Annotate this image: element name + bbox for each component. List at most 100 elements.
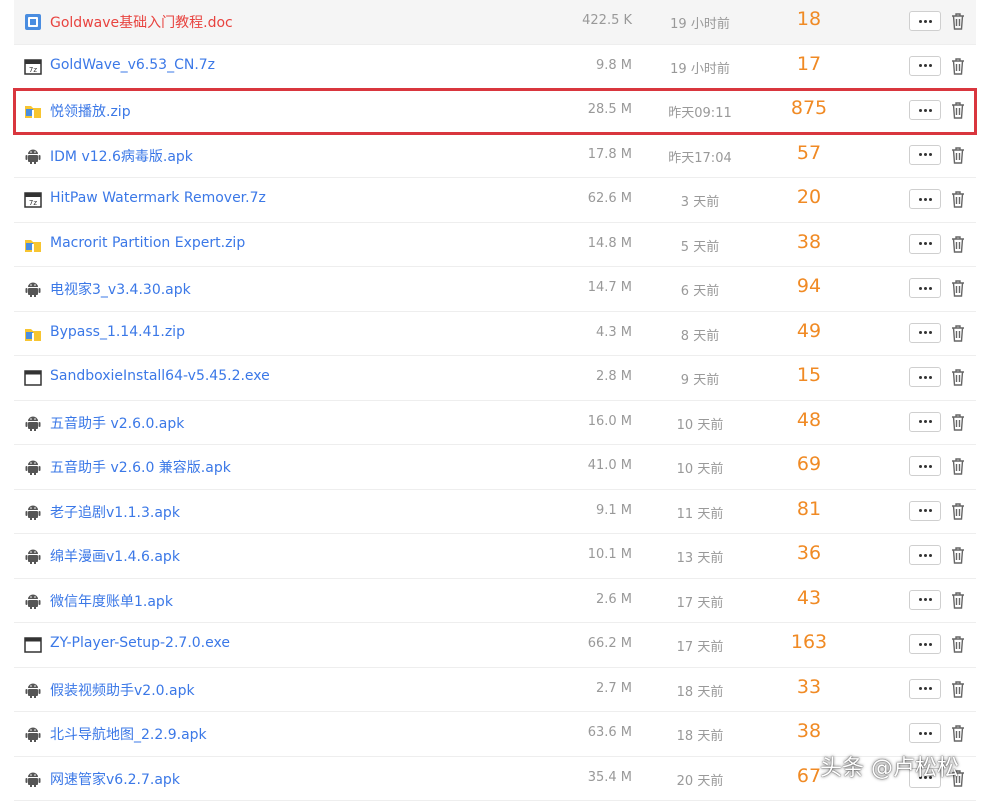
file-size: 66.2 M <box>562 636 632 651</box>
file-name-link[interactable]: ZY-Player-Setup-2.7.0.exe <box>50 635 230 651</box>
download-count: 875 <box>774 97 844 119</box>
more-options-button[interactable] <box>909 723 941 743</box>
android-icon <box>24 770 42 788</box>
file-size: 4.3 M <box>562 325 632 340</box>
dot-icon <box>924 732 927 735</box>
exe-window-icon <box>24 636 42 654</box>
file-name-link[interactable]: 网速管家v6.2.7.apk <box>50 769 180 789</box>
more-options-button[interactable] <box>909 11 941 31</box>
file-name-link[interactable]: Macrorit Partition Expert.zip <box>50 235 245 251</box>
file-time: 8 天前 <box>654 325 746 344</box>
dot-icon <box>919 554 922 557</box>
trash-icon[interactable] <box>949 234 967 254</box>
file-name-link[interactable]: Goldwave基础入门教程.doc <box>50 12 233 32</box>
file-name-link[interactable]: Bypass_1.14.41.zip <box>50 324 185 340</box>
file-list: Goldwave基础入门教程.doc422.5 K19 小时前187zGoldW… <box>14 0 976 801</box>
file-name-link[interactable]: IDM v12.6病毒版.apk <box>50 146 193 166</box>
download-count: 33 <box>774 676 844 698</box>
trash-icon[interactable] <box>949 100 967 120</box>
file-name-link[interactable]: 北斗导航地图_2.2.9.apk <box>50 724 207 744</box>
file-time: 10 天前 <box>654 414 746 433</box>
file-name-link[interactable]: 悦领播放.zip <box>50 101 131 121</box>
trash-icon[interactable] <box>949 11 967 31</box>
trash-icon[interactable] <box>949 545 967 565</box>
more-options-button[interactable] <box>909 145 941 165</box>
file-name-link[interactable]: 电视家3_v3.4.30.apk <box>50 279 191 299</box>
trash-icon[interactable] <box>949 367 967 387</box>
trash-icon[interactable] <box>949 56 967 76</box>
file-size: 63.6 M <box>562 725 632 740</box>
dot-icon <box>924 20 927 23</box>
dot-icon <box>924 509 927 512</box>
file-name-link[interactable]: 绵羊漫画v1.4.6.apk <box>50 546 180 566</box>
more-options-button[interactable] <box>909 412 941 432</box>
more-options-button[interactable] <box>909 679 941 699</box>
file-row: 绵羊漫画v1.4.6.apk10.1 M13 天前36 <box>14 534 976 579</box>
download-count: 69 <box>774 453 844 475</box>
download-count: 38 <box>774 231 844 253</box>
android-icon <box>24 681 42 699</box>
file-time: 昨天09:11 <box>654 102 746 121</box>
trash-icon[interactable] <box>949 679 967 699</box>
file-name-link[interactable]: GoldWave_v6.53_CN.7z <box>50 57 215 73</box>
file-size: 2.7 M <box>562 681 632 696</box>
dot-icon <box>919 153 922 156</box>
more-options-button[interactable] <box>909 278 941 298</box>
file-time: 18 天前 <box>654 725 746 744</box>
file-size: 62.6 M <box>562 191 632 206</box>
trash-icon[interactable] <box>949 145 967 165</box>
file-name-link[interactable]: 五音助手 v2.6.0.apk <box>50 413 184 433</box>
file-time: 昨天17:04 <box>654 147 746 166</box>
file-time: 18 天前 <box>654 681 746 700</box>
more-options-button[interactable] <box>909 323 941 343</box>
file-name-link[interactable]: 五音助手 v2.6.0 兼容版.apk <box>50 457 231 477</box>
trash-icon[interactable] <box>949 412 967 432</box>
file-row: ZY-Player-Setup-2.7.0.exe66.2 M17 天前163 <box>14 623 976 668</box>
more-options-button[interactable] <box>909 189 941 209</box>
dot-icon <box>929 331 932 334</box>
trash-icon[interactable] <box>949 323 967 343</box>
more-options-button[interactable] <box>909 634 941 654</box>
dot-icon <box>919 643 922 646</box>
trash-icon[interactable] <box>949 189 967 209</box>
zip-folder-icon <box>24 236 42 254</box>
dot-icon <box>919 420 922 423</box>
dot-icon <box>924 376 927 379</box>
download-count: 20 <box>774 186 844 208</box>
file-size: 9.8 M <box>562 58 632 73</box>
trash-icon[interactable] <box>949 723 967 743</box>
dot-icon <box>924 420 927 423</box>
dot-icon <box>924 64 927 67</box>
trash-icon[interactable] <box>949 456 967 476</box>
file-name-link[interactable]: HitPaw Watermark Remover.7z <box>50 190 266 206</box>
more-options-button[interactable] <box>909 545 941 565</box>
dot-icon <box>919 287 922 290</box>
file-time: 5 天前 <box>654 236 746 255</box>
android-icon <box>24 147 42 165</box>
zip-folder-icon <box>24 102 42 120</box>
file-name-link[interactable]: 微信年度账单1.apk <box>50 591 173 611</box>
file-name-link[interactable]: 假装视频助手v2.0.apk <box>50 680 195 700</box>
dot-icon <box>929 509 932 512</box>
dot-icon <box>924 153 927 156</box>
archive-7z-icon: 7z <box>24 191 42 209</box>
more-options-button[interactable] <box>909 456 941 476</box>
svg-text:7z: 7z <box>29 199 37 207</box>
more-options-button[interactable] <box>909 234 941 254</box>
dot-icon <box>919 509 922 512</box>
android-icon <box>24 725 42 743</box>
android-icon <box>24 592 42 610</box>
more-options-button[interactable] <box>909 501 941 521</box>
more-options-button[interactable] <box>909 367 941 387</box>
file-size: 2.8 M <box>562 369 632 384</box>
trash-icon[interactable] <box>949 634 967 654</box>
trash-icon[interactable] <box>949 590 967 610</box>
more-options-button[interactable] <box>909 56 941 76</box>
trash-icon[interactable] <box>949 501 967 521</box>
file-name-link[interactable]: SandboxieInstall64-v5.45.2.exe <box>50 368 270 384</box>
file-name-link[interactable]: 老子追剧v1.1.3.apk <box>50 502 180 522</box>
more-options-button[interactable] <box>909 590 941 610</box>
trash-icon[interactable] <box>949 278 967 298</box>
more-options-button[interactable] <box>909 100 941 120</box>
exe-window-icon <box>24 369 42 387</box>
